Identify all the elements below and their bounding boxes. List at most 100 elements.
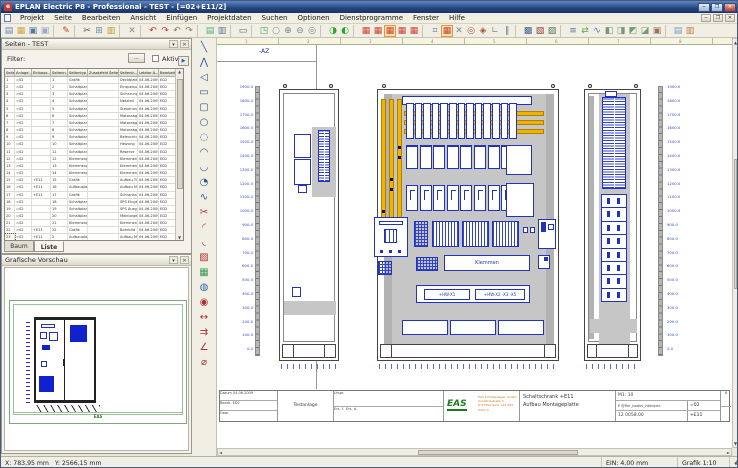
preview-dropdown-icon[interactable]: ▾: [169, 256, 178, 264]
ruler-icon[interactable]: ∥: [501, 25, 513, 37]
snap-05mm-icon[interactable]: ▦: [396, 25, 408, 37]
ortho-mode-icon[interactable]: ∟: [489, 25, 501, 37]
chamfer-icon[interactable]: ◟: [196, 235, 212, 250]
trim-icon[interactable]: ✂: [196, 205, 212, 220]
mdi-restore-icon[interactable]: ❐: [713, 14, 723, 22]
window-macro-icon[interactable]: ▥: [216, 25, 228, 37]
menu-item-dienstprogramme[interactable]: Dienstprogramme: [335, 14, 408, 22]
table-row[interactable]: 14=0214KlemmenplanKlemmenleiste X304.06.…: [5, 170, 183, 177]
vertical-scrollbar[interactable]: ▲ ▼: [732, 38, 738, 448]
symbol-select-icon[interactable]: ▩: [522, 25, 534, 37]
circle-3-points-icon[interactable]: ◌: [196, 130, 212, 145]
open-icon[interactable]: ▦: [15, 25, 27, 37]
undo-list-icon[interactable]: ↶: [171, 25, 183, 37]
arc-icon[interactable]: ◠: [196, 145, 212, 160]
redo-list-icon[interactable]: ↷: [183, 25, 195, 37]
hyperlink-icon[interactable]: ◉: [196, 295, 212, 310]
undo-icon[interactable]: ↶: [147, 25, 159, 37]
column-header[interactable]: Seitenb...: [119, 69, 138, 76]
table-row[interactable]: 19=0219SchaltplanSPS Ausgänge04.06.2009E…: [5, 206, 183, 213]
menu-item-projekt[interactable]: Projekt: [15, 14, 49, 22]
column-header[interactable]: Seite: [5, 69, 15, 76]
zoom-window-icon[interactable]: ○: [270, 25, 282, 37]
minimize-icon[interactable]: ─: [698, 3, 710, 12]
align-bottom-icon[interactable]: ◨: [615, 25, 627, 37]
snap-025mm-icon[interactable]: ▦: [408, 25, 420, 37]
pages-table[interactable]: SeiteAnlage...Einbauo...Seitenn...Seiten…: [4, 68, 184, 241]
menu-item-projektdaten[interactable]: Projektdaten: [202, 14, 256, 22]
table-row[interactable]: 23=02+E112AufbauplanAufbau Montageplatte…: [5, 234, 183, 240]
rectangle-icon[interactable]: ▭: [196, 85, 212, 100]
column-header[interactable]: Bearbeit...: [159, 69, 176, 76]
snap-off-icon[interactable]: ✕: [453, 25, 465, 37]
panel-close-icon[interactable]: ✕: [180, 40, 189, 48]
table-row[interactable]: 7=027SchaltplanMotorabgang 204.06.2009ED…: [5, 120, 183, 127]
hatch-icon[interactable]: ▨: [196, 250, 212, 265]
grid-toggle-icon[interactable]: ⌗: [429, 25, 441, 37]
connection-symbols-icon[interactable]: ≡: [567, 25, 579, 37]
preview-area[interactable]: EAS: [4, 267, 189, 451]
distribute-icon[interactable]: ◩: [627, 25, 639, 37]
device-search-icon[interactable]: ▧: [534, 25, 546, 37]
table-row[interactable]: 6=026SchaltplanMotorabgang 104.06.2009ED…: [5, 113, 183, 120]
sector-icon[interactable]: ◔: [196, 175, 212, 190]
save-all-icon[interactable]: ▣: [39, 25, 51, 37]
zoom-whole-page-icon[interactable]: ◎: [306, 25, 318, 37]
table-row[interactable]: 18=0218SchaltplanSPS Eingänge04.06.2009E…: [5, 199, 183, 206]
table-row[interactable]: 20=0220SchaltplanMeldungen04.06.2009ED2: [5, 213, 183, 220]
ole-object-icon[interactable]: ◍: [196, 280, 212, 295]
redo-icon[interactable]: ↷: [159, 25, 171, 37]
table-row[interactable]: 13=0213KlemmenplanKlemmenleiste X204.06.…: [5, 163, 183, 170]
copy-icon[interactable]: ⊞: [93, 25, 105, 37]
circle-icon[interactable]: ○: [196, 115, 212, 130]
zoom-out-icon[interactable]: ⊖: [294, 25, 306, 37]
polyline-icon[interactable]: ⋀: [196, 55, 212, 70]
angle-dimension-icon[interactable]: ∠: [196, 340, 212, 355]
cut-icon[interactable]: ✂: [81, 25, 93, 37]
maximize-icon[interactable]: ❐: [711, 3, 723, 12]
coordinates-icon[interactable]: ◎: [465, 25, 477, 37]
properties-pen-icon[interactable]: ✎: [60, 25, 72, 37]
menu-item-fenster[interactable]: Fenster: [408, 14, 444, 22]
tab-baum[interactable]: Baum: [4, 241, 34, 252]
menu-item-hilfe[interactable]: Hilfe: [444, 14, 470, 22]
preview-panel-header[interactable]: Grafische Vorschau ▾ ✕: [2, 255, 191, 266]
continued-dimension-icon[interactable]: ⇉: [196, 325, 212, 340]
snap-1mm-icon[interactable]: ▦: [384, 25, 396, 37]
menu-item-einfügen[interactable]: Einfügen: [161, 14, 202, 22]
spline-icon[interactable]: ∿: [196, 190, 212, 205]
settings-icon[interactable]: ▥: [684, 25, 696, 37]
previous-page-icon[interactable]: ◑: [327, 25, 339, 37]
drawing-canvas[interactable]: 12345678 -AZ 1900.01800.01700.01600.0150…: [217, 38, 732, 448]
column-header[interactable]: Seitenn...: [51, 69, 68, 76]
align-top-icon[interactable]: ◧: [603, 25, 615, 37]
next-page-icon[interactable]: ◐: [339, 25, 351, 37]
table-row[interactable]: 11=0211SchaltplanReserve04.06.2009ED2: [5, 149, 183, 156]
table-row[interactable]: 15=02+E1115GrafikAufbau Tür04.06.2009ED2: [5, 177, 183, 184]
close-icon[interactable]: ✕: [724, 3, 736, 12]
preview-close-icon[interactable]: ✕: [180, 256, 189, 264]
line-icon[interactable]: ╲: [196, 40, 212, 55]
table-row[interactable]: 8=028SchaltplanMotorabgang 304.06.2009ED…: [5, 127, 183, 134]
arc-3-points-icon[interactable]: ◡: [196, 160, 212, 175]
menu-item-ansicht[interactable]: Ansicht: [125, 14, 161, 22]
table-row[interactable]: 9=029SchaltplanBeleuchtung04.06.2009ED2: [5, 134, 183, 141]
table-row[interactable]: 4=024SchaltplanNetzteil04.06.2009ED2: [5, 98, 183, 105]
graphical-preview-icon[interactable]: ◳: [258, 25, 270, 37]
menu-item-suchen[interactable]: Suchen: [257, 14, 293, 22]
zoom-in-icon[interactable]: ⊕: [282, 25, 294, 37]
horizontal-scrollbar[interactable]: ◄ ►: [217, 448, 732, 456]
menu-item-optionen[interactable]: Optionen: [292, 14, 334, 22]
table-row[interactable]: 3=023SchaltplanSicherungen04.06.2009ED2: [5, 91, 183, 98]
snap-to-grid-icon[interactable]: ▦: [441, 25, 453, 37]
menu-item-seite[interactable]: Seite: [49, 14, 77, 22]
title-bar[interactable]: e EPLAN Electric P8 - Professional - TES…: [1, 1, 738, 13]
rounded-rectangle-icon[interactable]: ▢: [196, 100, 212, 115]
table-row[interactable]: 17=02+E1117GrafikSchrankansicht04.06.200…: [5, 192, 183, 199]
table-row[interactable]: 16=02+E1116AufbauplanAufbau Montageplatt…: [5, 184, 183, 191]
relative-coordinates-icon[interactable]: ◈: [477, 25, 489, 37]
snap-2mm-icon[interactable]: ▦: [372, 25, 384, 37]
menu-item-bearbeiten[interactable]: Bearbeiten: [77, 14, 125, 22]
column-header[interactable]: Zusatzfeld Seitenn...: [88, 69, 119, 76]
column-header[interactable]: Seitentyp: [68, 69, 88, 76]
